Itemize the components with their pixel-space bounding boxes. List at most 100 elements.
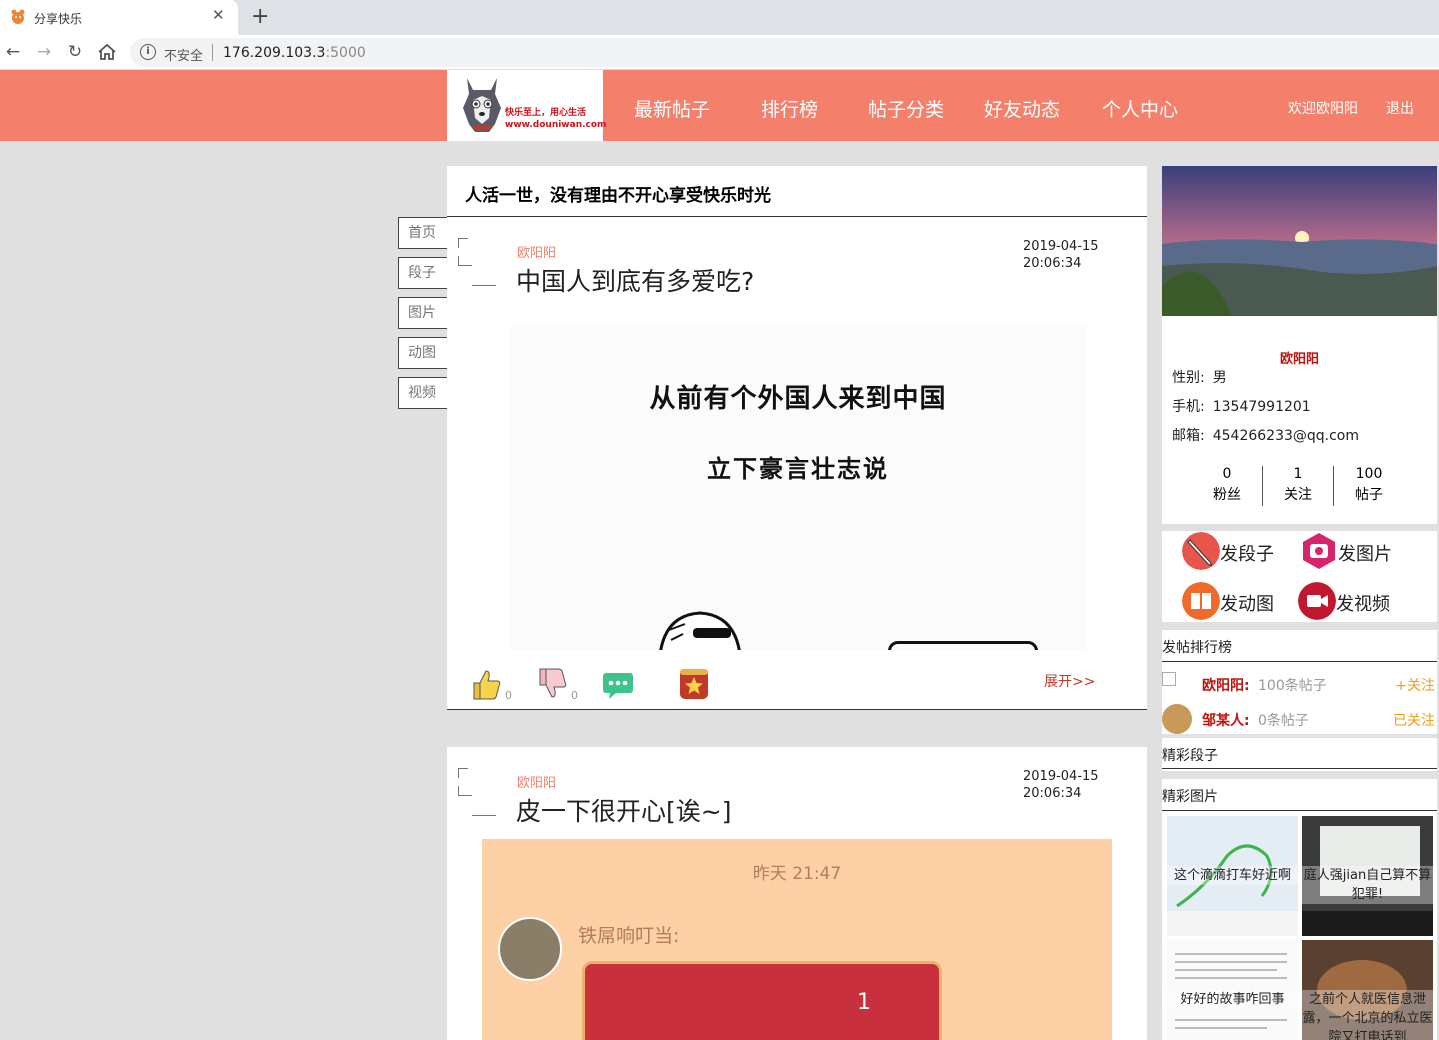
book-icon (1182, 582, 1220, 620)
post-image[interactable]: 昨天 21:47 铁屌响叮当: 1 (482, 839, 1112, 1040)
user-avatar[interactable] (1162, 672, 1176, 686)
chat-username: 铁屌响叮当: (578, 925, 680, 947)
divider (1162, 661, 1437, 662)
featured-jokes-box: 精彩段子 (1162, 738, 1437, 771)
follow-button[interactable]: +关注 (1395, 675, 1435, 695)
divider (1162, 768, 1437, 769)
security-label: 不安全 (164, 49, 204, 64)
post-time: 20:06:34 (1023, 786, 1082, 801)
post-card: 欧阳阳 皮一下很开心[诶~] 2019-04-15 20:06:34 昨天 21… (447, 747, 1147, 1040)
category-menu: 首页 段子 图片 动图 视频 (398, 217, 447, 417)
expand-link[interactable]: 展开>> (1044, 671, 1095, 691)
featured-pictures-title: 精彩图片 (1162, 789, 1218, 805)
dislike-count: 0 (571, 689, 578, 702)
picture-thumb[interactable]: 好好的故事咋回事 (1167, 940, 1298, 1040)
author-avatar[interactable] (458, 238, 506, 286)
nav-latest-posts[interactable]: 最新帖子 (634, 95, 710, 122)
post-author[interactable]: 欧阳阳 (517, 242, 556, 261)
post-ranking-box: 发帖排行榜 欧阳阳: 100条帖子 +关注 邹某人: 0条帖子 已关注 (1162, 630, 1437, 734)
chat-red-envelope: 1 (582, 961, 942, 1040)
picture-thumb[interactable]: 这个滴滴打车好近啊 (1167, 816, 1298, 936)
profile-stats: 0 粉丝 1 关注 100 帖子 (1192, 464, 1407, 506)
thumbs-down-icon[interactable] (537, 667, 569, 701)
featured-jokes-title: 精彩段子 (1162, 748, 1218, 764)
info-icon[interactable]: i (140, 44, 156, 60)
picture-caption: 庭人强jian自己算不算犯罪! (1302, 866, 1433, 904)
browser-toolbar: ← → ↻ i 不安全 176.209.103.3:5000 (0, 35, 1439, 70)
profile-cover-image (1162, 166, 1437, 316)
comic-speech-box (888, 641, 1038, 650)
nav-profile-center[interactable]: 个人中心 (1102, 95, 1178, 122)
ranking-username[interactable]: 欧阳阳: (1202, 675, 1250, 695)
picture-caption: 好好的故事咋回事 (1167, 990, 1298, 1009)
profile-card: 欧阳阳 性别: 男 手机: 13547991201 邮箱: 454266233@qq.… (1162, 166, 1437, 524)
video-camera-icon (1298, 582, 1336, 620)
site-header: 快乐至上，用心生活 www.douniwan.com 最新帖子 排行榜 帖子分类… (0, 70, 1439, 141)
image-text-line1: 从前有个外国人来到中国 (649, 384, 947, 414)
chat-avatar (498, 917, 562, 981)
picture-caption: 之前个人就医信息泄露，一个北京的私立医院又打电话到 (1302, 990, 1433, 1040)
post-title[interactable]: 中国人到底有多爱吃? (516, 262, 754, 298)
new-tab-plus-icon[interactable]: + (251, 4, 269, 29)
post-author[interactable]: 欧阳阳 (517, 772, 556, 791)
nav-friend-activity[interactable]: 好友动态 (984, 95, 1060, 122)
followed-button[interactable]: 已关注 (1393, 710, 1435, 730)
separator (212, 44, 213, 61)
picture-thumb[interactable]: 庭人强jian自己算不算犯罪! (1302, 816, 1433, 936)
forward-arrow-icon[interactable]: → (33, 41, 55, 63)
profile-name[interactable]: 欧阳阳 (1162, 348, 1437, 367)
pen-icon (1182, 532, 1220, 570)
chat-count: 1 (857, 990, 871, 1015)
welcome-user-link[interactable]: 欢迎欧阳阳 (1288, 98, 1358, 118)
comment-icon[interactable] (602, 667, 634, 701)
favicon-icon (11, 9, 25, 24)
stat-posts[interactable]: 100 帖子 (1334, 464, 1404, 506)
back-arrow-icon[interactable]: ← (2, 41, 24, 63)
post-actions: 0 0 展开>> (447, 667, 1147, 707)
category-gifs[interactable]: 动图 (398, 337, 447, 369)
favorite-star-icon[interactable] (678, 667, 710, 701)
slogan-text: 人活一世，没有理由不开心享受快乐时光 (465, 186, 771, 206)
category-videos[interactable]: 视频 (398, 377, 447, 409)
featured-pictures-header: 精彩图片 (1162, 779, 1437, 811)
nav-leaderboard[interactable]: 排行榜 (761, 95, 818, 122)
close-icon[interactable]: ✕ (212, 6, 225, 24)
site-logo[interactable]: 快乐至上，用心生活 www.douniwan.com (447, 70, 606, 141)
stat-following[interactable]: 1 关注 (1263, 464, 1333, 506)
post-datetime: 2019-04-15 20:06:34 (1023, 768, 1099, 802)
featured-pictures-grid: 这个滴滴打车好近啊 庭人强jian自己算不算犯罪! 好好的故事咋回事 之前个人就… (1162, 811, 1437, 1040)
post-date: 2019-04-15 (1023, 769, 1099, 784)
ranking-username[interactable]: 邹某人: (1202, 710, 1250, 730)
husky-logo-icon (463, 78, 501, 132)
reload-icon[interactable]: ↻ (64, 41, 86, 63)
user-avatar[interactable] (1162, 704, 1192, 734)
tab-title: 分享快乐 (34, 12, 83, 26)
chat-timestamp: 昨天 21:47 (752, 864, 842, 884)
author-avatar[interactable] (458, 768, 506, 816)
category-pictures[interactable]: 图片 (398, 297, 447, 329)
nav-categories[interactable]: 帖子分类 (868, 95, 944, 122)
profile-gender: 性别: 男 (1172, 370, 1227, 386)
post-date: 2019-04-15 (1023, 239, 1099, 254)
logout-link[interactable]: 退出 (1386, 98, 1414, 118)
url-text: 176.209.103.3:5000 (223, 45, 366, 61)
category-home[interactable]: 首页 (398, 217, 447, 249)
stat-followers[interactable]: 0 粉丝 (1192, 464, 1262, 506)
post-title[interactable]: 皮一下很开心[诶~] (516, 792, 731, 828)
post-card: 欧阳阳 中国人到底有多爱吃? 2019-04-15 20:06:34 从前有个外… (447, 217, 1147, 710)
thumbs-up-icon[interactable] (471, 667, 503, 701)
picture-caption: 这个滴滴打车好近啊 (1167, 866, 1298, 885)
browser-tab[interactable]: 分享快乐 ✕ (0, 0, 238, 35)
ranking-post-count: 100条帖子 (1258, 678, 1327, 694)
category-jokes[interactable]: 段子 (398, 257, 447, 289)
post-datetime: 2019-04-15 20:06:34 (1023, 238, 1099, 272)
address-bar[interactable]: i 不安全 176.209.103.3:5000 (130, 38, 1439, 67)
like-count: 0 (505, 689, 512, 702)
post-image[interactable]: 从前有个外国人来到中国 立下豪言壮志说 (510, 325, 1086, 650)
image-text-line2: 立下豪言壮志说 (707, 454, 889, 483)
logo-slogan: 快乐至上，用心生活 (505, 108, 587, 118)
slogan-bar: 人活一世，没有理由不开心享受快乐时光 (447, 166, 1147, 217)
picture-thumb[interactable]: 之前个人就医信息泄露，一个北京的私立医院又打电话到 (1302, 940, 1433, 1040)
profile-phone: 手机: 13547991201 (1172, 399, 1311, 415)
home-icon[interactable] (97, 43, 117, 61)
